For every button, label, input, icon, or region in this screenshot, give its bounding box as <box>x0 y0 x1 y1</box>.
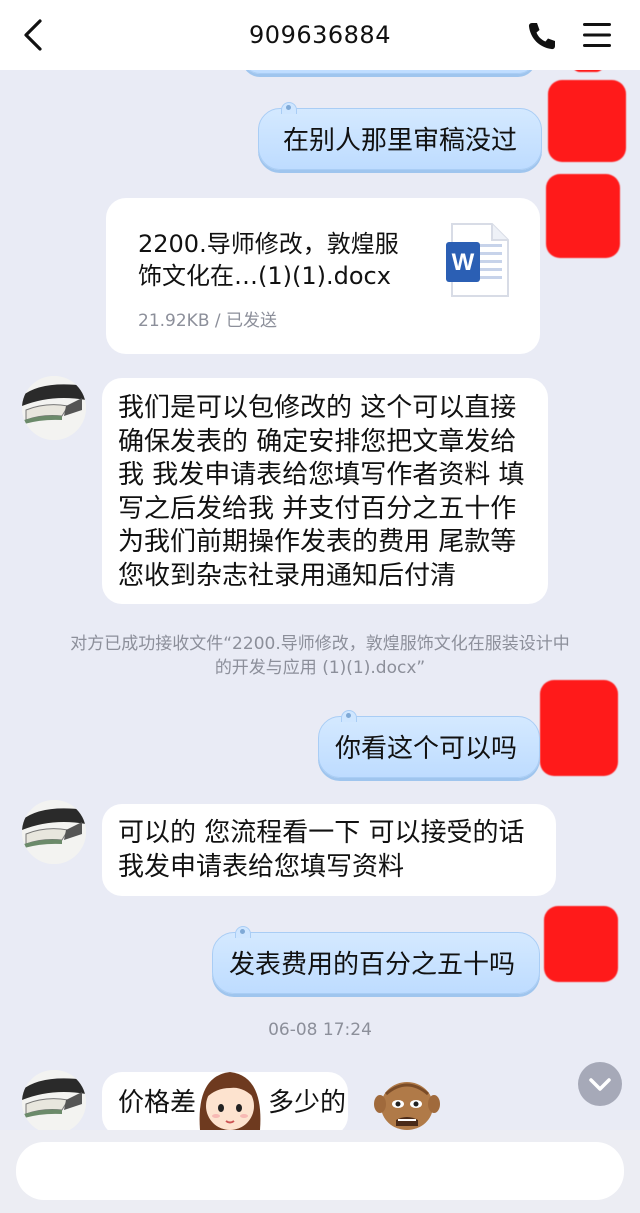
word-document-icon: W <box>446 222 510 298</box>
menu-button[interactable] <box>580 20 614 50</box>
phone-icon <box>528 23 555 50</box>
svg-text:W: W <box>452 249 475 276</box>
message-text: 发表费用的百分之五十吗 <box>229 950 516 980</box>
redacted-avatar <box>546 174 620 258</box>
book-avatar-icon <box>22 1070 86 1130</box>
contact-avatar[interactable] <box>22 376 86 440</box>
message-text-left: 价格差 <box>118 1088 197 1118</box>
redacted-avatar <box>544 906 618 982</box>
back-button[interactable] <box>18 18 50 52</box>
file-received-notice: 对方已成功接收文件“2200.导师修改，敦煌服饰文化在服装设计中 的开发与应用 … <box>70 634 570 678</box>
chat-header: 909636884 <box>0 0 640 70</box>
contact-avatar[interactable] <box>22 1070 86 1130</box>
hamburger-menu-icon <box>583 23 611 47</box>
chat-messages[interactable]: 在别人那里审稿没过 2200.导师修改，敦煌服 饰文化在…(1)(1).docx… <box>0 70 640 1130</box>
redacted-avatar <box>548 80 626 162</box>
timestamp: 06-08 17:24 <box>268 1020 372 1040</box>
book-avatar-icon <box>22 800 86 864</box>
message-bubble-incoming[interactable]: 可以的 您流程看一下 可以接受的话 我发申请表给您填写资料 <box>102 804 556 896</box>
redacted-avatar <box>540 680 618 776</box>
bubble-decoration <box>235 926 251 938</box>
message-input[interactable] <box>16 1142 624 1200</box>
old-man-face-sticker <box>372 1074 442 1130</box>
message-text: 我们是可以包修改的 这个可以直接 确保发表的 确定安排您把文章发给 我 我发申请… <box>118 393 525 591</box>
book-avatar-icon <box>22 376 86 440</box>
message-bubble-outgoing[interactable]: 在别人那里审稿没过 <box>258 102 542 170</box>
message-input-bar <box>0 1130 640 1213</box>
contact-avatar[interactable] <box>22 800 86 864</box>
scroll-to-bottom-button[interactable] <box>578 1062 622 1106</box>
message-text: 可以的 您流程看一下 可以接受的话 我发申请表给您填写资料 <box>118 818 525 882</box>
girl-face-sticker <box>194 1066 266 1130</box>
message-bubble-outgoing[interactable]: 你看这个可以吗 <box>318 710 540 778</box>
bubble-decoration <box>341 710 357 722</box>
chevron-down-icon <box>589 1078 611 1091</box>
message-text-right: 多少的 <box>268 1088 347 1118</box>
message-text: 你看这个可以吗 <box>335 734 518 764</box>
call-button[interactable] <box>526 20 558 52</box>
chevron-left-icon <box>24 19 42 51</box>
message-bubble-outgoing[interactable]: 发表费用的百分之五十吗 <box>212 926 540 994</box>
message-bubble-partial[interactable] <box>242 70 536 74</box>
bubble-decoration <box>281 102 297 114</box>
redacted-avatar <box>572 70 604 72</box>
file-message-card[interactable]: 2200.导师修改，敦煌服 饰文化在…(1)(1).docx 21.92KB /… <box>106 198 540 354</box>
file-size-status: 21.92KB / 已发送 <box>138 311 278 331</box>
message-text: 在别人那里审稿没过 <box>283 126 518 156</box>
message-bubble-incoming[interactable]: 我们是可以包修改的 这个可以直接 确保发表的 确定安排您把文章发给 我 我发申请… <box>102 378 548 604</box>
file-name: 2200.导师修改，敦煌服 饰文化在…(1)(1).docx <box>138 230 399 290</box>
